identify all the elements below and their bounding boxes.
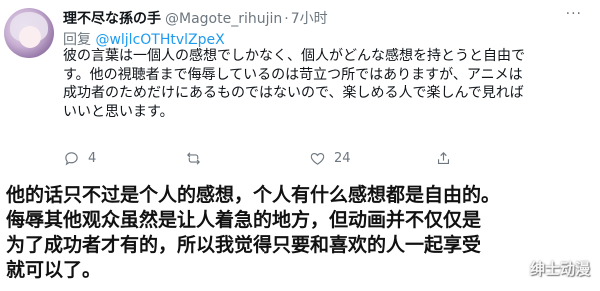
tweet-card: 理不尽な孫の手 @Magote_rihujin · 7小时 ··· 回复 @wljlc… <box>0 0 600 172</box>
tweet-text: 彼の言葉は一個人の感想でしかなく、個人がどんな感想を持とうと自由で す。他の視聴… <box>63 47 593 121</box>
like-icon <box>310 152 325 165</box>
like-button[interactable]: 24 <box>309 150 351 167</box>
tweet-text-line: す。他の視聴者まで侮辱しているのは苛立つ所ではありますが、アニメは <box>63 66 523 83</box>
reply-count: 4 <box>88 151 97 166</box>
watermark: 绅士动漫 <box>529 260 590 278</box>
like-count: 24 <box>334 151 351 166</box>
avatar-face-shape <box>19 26 41 48</box>
retweet-icon <box>187 152 200 165</box>
user-handle[interactable]: @Magote_rihujin <box>165 11 282 27</box>
reply-icon <box>65 152 78 166</box>
tweet-actions: 4 24 <box>63 150 583 170</box>
separator-dot: · <box>284 11 289 27</box>
tweet-header: 理不尽な孫の手 @Magote_rihujin · 7小时 <box>63 8 328 28</box>
caption-line: 为了成功者才有的，所以我觉得只要和喜欢的人一起享受 <box>6 234 482 256</box>
tweet-text-line: 成功者のためだけにあるものではないので、楽しめる人で楽しんで見れば <box>63 85 524 101</box>
more-icon[interactable]: ··· <box>566 6 582 22</box>
share-icon <box>437 152 450 165</box>
tweet-text-line: 彼の言葉は一個人の感想でしかなく、個人がどんな感想を持とうと自由で <box>63 48 525 64</box>
reply-prefix: 回复 <box>63 32 91 48</box>
caption-line: 就可以了。 <box>6 259 102 281</box>
reply-context: 回复 @wljlcOTHtvlZpeX <box>63 29 225 49</box>
tweet-time[interactable]: 7小时 <box>291 11 328 27</box>
reply-button[interactable]: 4 <box>63 150 96 167</box>
caption-line: 侮辱其他观众虽然是让人着急的地方，但动画并不仅仅是 <box>6 209 482 231</box>
share-button[interactable] <box>435 150 452 167</box>
tweet-text-line: いいと思います。 <box>63 103 174 120</box>
retweet-button[interactable] <box>185 150 210 167</box>
reply-to-handle[interactable]: @wljlcOTHtvlZpeX <box>95 32 224 48</box>
display-name[interactable]: 理不尽な孫の手 <box>63 11 161 27</box>
avatar[interactable] <box>4 8 54 58</box>
translation-caption: 他的话只不过是个人的感想，个人有什么感想都是自由的。 侮辱其他观众虽然是让人着急… <box>6 183 598 283</box>
caption-line: 他的话只不过是个人的感想，个人有什么感想都是自由的。 <box>6 184 501 206</box>
